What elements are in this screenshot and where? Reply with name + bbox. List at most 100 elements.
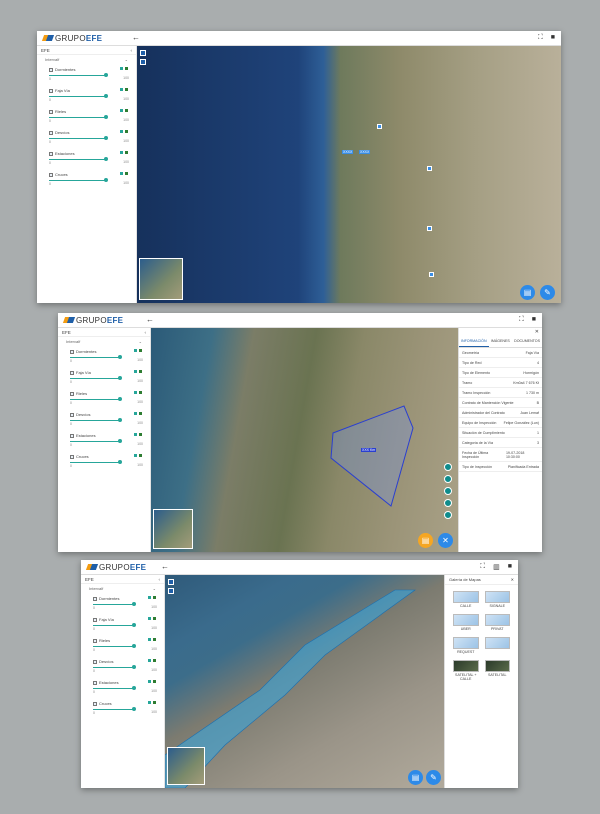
fullscreen-icon[interactable]: ⛶	[538, 34, 543, 42]
layer-item-0[interactable]: Dormientes 0 100	[81, 593, 164, 614]
minimap[interactable]	[139, 258, 183, 300]
map-label[interactable]: XXX Km	[361, 448, 377, 452]
basemap-option[interactable]: SATELITAL + CALLE	[453, 660, 479, 681]
layer-item-5[interactable]: Cruces 0 100	[81, 698, 164, 719]
basemap-thumbnail[interactable]	[484, 637, 510, 649]
slider-handle[interactable]	[118, 439, 122, 443]
visibility-toggle-icon[interactable]	[125, 67, 128, 70]
info-toggle-icon[interactable]	[148, 638, 151, 641]
slider-handle[interactable]	[118, 355, 122, 359]
opacity-slider[interactable]	[70, 399, 120, 400]
map-label[interactable]: XXXX	[342, 150, 354, 154]
chevron-down-icon[interactable]: ⌄	[153, 586, 156, 591]
back-arrow-icon[interactable]: ←	[132, 33, 140, 42]
visibility-toggle-icon[interactable]	[139, 412, 142, 415]
minimap[interactable]	[153, 509, 193, 549]
info-toggle-icon[interactable]	[134, 349, 137, 352]
close-icon[interactable]: ✕	[511, 577, 514, 582]
slider-handle[interactable]	[132, 602, 136, 606]
slider-handle[interactable]	[104, 115, 108, 119]
slider-handle[interactable]	[118, 376, 122, 380]
info-toggle-icon[interactable]	[148, 659, 151, 662]
opacity-slider[interactable]	[70, 420, 120, 421]
user-icon[interactable]: ■	[551, 34, 555, 42]
visibility-toggle-icon[interactable]	[153, 596, 156, 599]
opacity-slider[interactable]	[49, 75, 106, 76]
map-view[interactable]: XXX Km ▤ ✕	[151, 328, 458, 552]
basemap-thumbnail[interactable]	[453, 591, 479, 603]
map-marker[interactable]	[429, 272, 434, 277]
basemap-option[interactable]: REQUEST	[453, 637, 479, 654]
close-icon[interactable]: ✕	[459, 328, 542, 336]
map-tool-icon[interactable]	[444, 463, 452, 471]
basemap-thumbnail[interactable]	[453, 637, 479, 649]
visibility-toggle-icon[interactable]	[139, 370, 142, 373]
inspection-polygon[interactable]	[151, 328, 458, 552]
layers-tool-icon[interactable]	[168, 579, 174, 585]
visibility-toggle-icon[interactable]	[153, 701, 156, 704]
info-toggle-icon[interactable]	[120, 109, 123, 112]
opacity-slider[interactable]	[93, 604, 134, 605]
info-toggle-icon[interactable]	[120, 88, 123, 91]
user-icon[interactable]: ■	[508, 563, 512, 571]
visibility-toggle-icon[interactable]	[125, 109, 128, 112]
basemap-option[interactable]: PRIVAT	[484, 614, 510, 631]
minimap[interactable]	[167, 747, 205, 785]
map-label[interactable]: XXXX	[359, 150, 371, 154]
layer-item-0[interactable]: Dormientes 0 100	[58, 346, 150, 367]
layer-item-5[interactable]: Cruces 0 100	[58, 451, 150, 472]
opacity-slider[interactable]	[49, 180, 106, 181]
basemap-tool-icon[interactable]	[140, 59, 146, 65]
basemap-thumbnail[interactable]	[484, 660, 510, 672]
collapse-icon[interactable]: ‹	[145, 330, 147, 335]
slider-handle[interactable]	[132, 707, 136, 711]
basemap-option[interactable]	[484, 637, 510, 654]
visibility-toggle-icon[interactable]	[153, 680, 156, 683]
tools-button[interactable]: ✎	[426, 770, 441, 785]
map-tool-icon[interactable]	[444, 511, 452, 519]
slider-handle[interactable]	[104, 136, 108, 140]
map-marker[interactable]	[377, 124, 382, 129]
info-toggle-icon[interactable]	[148, 680, 151, 683]
layer-item-0[interactable]: Dormientes 0 100	[37, 64, 136, 85]
opacity-slider[interactable]	[49, 159, 106, 160]
opacity-slider[interactable]	[93, 688, 134, 689]
map-icon[interactable]: ▥	[493, 563, 500, 571]
slider-handle[interactable]	[104, 157, 108, 161]
back-arrow-icon[interactable]: ←	[161, 562, 169, 571]
basemap-option[interactable]: UBER	[453, 614, 479, 631]
opacity-slider[interactable]	[70, 357, 120, 358]
info-toggle-icon[interactable]	[134, 391, 137, 394]
info-toggle-icon[interactable]	[120, 67, 123, 70]
slider-handle[interactable]	[132, 686, 136, 690]
info-toggle-icon[interactable]	[134, 433, 137, 436]
track-zone-polygon[interactable]	[165, 575, 444, 788]
back-arrow-icon[interactable]: ←	[146, 315, 154, 324]
tab-informacion[interactable]: INFORMACIÓN	[459, 336, 489, 347]
slider-handle[interactable]	[118, 460, 122, 464]
visibility-toggle-icon[interactable]	[125, 88, 128, 91]
info-toggle-icon[interactable]	[120, 130, 123, 133]
info-toggle-icon[interactable]	[134, 370, 137, 373]
layer-item-1[interactable]: Faja Vía 0 100	[81, 614, 164, 635]
layer-item-1[interactable]: Faja Vía 0 100	[37, 85, 136, 106]
map-tool-icon[interactable]	[444, 475, 452, 483]
map-tool-icon[interactable]	[444, 487, 452, 495]
slider-handle[interactable]	[118, 397, 122, 401]
map-view[interactable]: ▤ ✎	[165, 575, 444, 788]
visibility-toggle-icon[interactable]	[139, 454, 142, 457]
opacity-slider[interactable]	[93, 667, 134, 668]
user-icon[interactable]: ■	[532, 316, 536, 324]
fullscreen-icon[interactable]: ⛶	[519, 316, 524, 324]
report-button[interactable]: ▤	[520, 285, 535, 300]
opacity-slider[interactable]	[93, 625, 134, 626]
layer-item-2[interactable]: Rieles 0 100	[81, 635, 164, 656]
slider-handle[interactable]	[104, 94, 108, 98]
tab-documentos[interactable]: DOCUMENTOS	[512, 336, 542, 347]
collapse-icon[interactable]: ‹	[159, 577, 161, 582]
visibility-toggle-icon[interactable]	[139, 433, 142, 436]
info-toggle-icon[interactable]	[120, 151, 123, 154]
info-toggle-icon[interactable]	[148, 617, 151, 620]
report-button[interactable]: ▤	[418, 533, 433, 548]
basemap-thumbnail[interactable]	[453, 660, 479, 672]
